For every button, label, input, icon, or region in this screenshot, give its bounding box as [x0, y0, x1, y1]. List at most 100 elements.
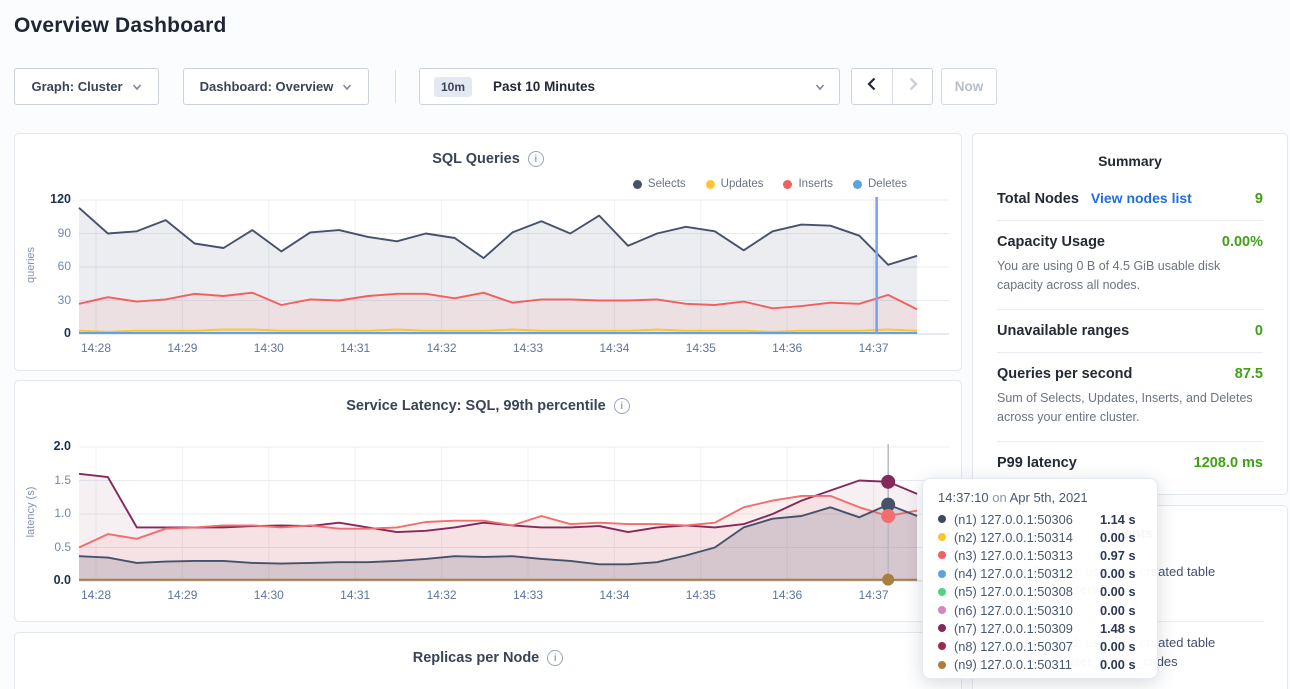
y-axis-tick-label: 0	[25, 326, 71, 340]
summary-row: Capacity Usage 0.00% You are using 0 B of …	[997, 221, 1263, 310]
summary-row-label: Capacity Usage	[997, 234, 1105, 250]
x-axis-tick-label: 14:36	[764, 341, 810, 355]
chevron-down-icon	[815, 82, 825, 92]
overview-dashboard-page: Overview Dashboard Graph: Cluster Dashbo…	[0, 0, 1290, 689]
node-address-label: (n4) 127.0.0.1:50312	[954, 566, 1100, 581]
tooltip-node-row: (n1) 127.0.0.1:503061.14 s	[938, 510, 1142, 528]
node-color-dot	[938, 551, 946, 559]
node-latency-value: 0.00 s	[1100, 639, 1136, 654]
node-latency-value: 1.14 s	[1100, 512, 1136, 527]
chart-title-replicas-per-node: Replicas per Node	[413, 650, 540, 666]
x-axis-tick-label: 14:28	[73, 341, 119, 355]
time-range-badge: 10m	[434, 77, 472, 97]
tooltip-node-row: (n4) 127.0.0.1:503120.00 s	[938, 565, 1142, 583]
node-address-label: (n1) 127.0.0.1:50306	[954, 512, 1100, 527]
node-color-dot	[938, 515, 946, 523]
x-axis-tick-label: 14:31	[332, 341, 378, 355]
chevron-left-icon	[866, 77, 878, 96]
summary-row-value: 87.5	[1235, 366, 1263, 382]
node-address-label: (n5) 127.0.0.1:50308	[954, 584, 1100, 599]
x-axis-tick-label: 14:28	[73, 588, 119, 602]
x-axis-tick-label: 14:32	[419, 588, 465, 602]
chevron-right-icon	[907, 77, 919, 96]
y-axis-tick-label: 2.0	[25, 439, 71, 453]
next-time-button[interactable]	[892, 69, 932, 104]
sql-queries-chart-card: SQL Queries i SelectsUpdatesInsertsDelet…	[14, 133, 962, 371]
summary-row: Total Nodes View nodes list 9	[997, 177, 1263, 221]
x-axis-tick-label: 14:31	[332, 588, 378, 602]
node-color-dot	[938, 642, 946, 650]
node-color-dot	[938, 588, 946, 596]
now-button[interactable]: Now	[941, 68, 997, 105]
y-axis-tick-label: 0.0	[25, 573, 71, 587]
x-axis-tick-label: 14:37	[851, 341, 897, 355]
summary-row: Queries per second 87.5 Sum of Selects, Up…	[997, 353, 1263, 442]
node-latency-value: 0.00 s	[1100, 584, 1136, 599]
y-axis-unit-label: latency (s)	[25, 462, 37, 562]
x-axis-tick-label: 14:32	[419, 341, 465, 355]
graph-dropdown-label: Graph: Cluster	[31, 79, 122, 94]
view-nodes-list-link[interactable]: View nodes list	[1091, 190, 1192, 206]
tooltip-node-row: (n7) 127.0.0.1:503091.48 s	[938, 619, 1142, 637]
tooltip-node-row: (n3) 127.0.0.1:503130.97 s	[938, 546, 1142, 564]
prev-time-button[interactable]	[852, 69, 892, 104]
node-address-label: (n2) 127.0.0.1:50314	[954, 530, 1100, 545]
summary-row-description: Sum of Selects, Updates, Inserts, and De…	[997, 389, 1263, 428]
dashboard-dropdown[interactable]: Dashboard: Overview	[183, 68, 369, 105]
summary-row-label: Total Nodes	[997, 191, 1079, 207]
node-color-dot	[938, 606, 946, 614]
info-icon[interactable]: i	[547, 650, 563, 666]
y-axis-unit-label: queries	[25, 215, 37, 315]
tooltip-node-row: (n6) 127.0.0.1:503100.00 s	[938, 601, 1142, 619]
chevron-down-icon	[132, 82, 142, 92]
node-color-dot	[938, 661, 946, 669]
page-title: Overview Dashboard	[14, 14, 227, 38]
summary-panel-title: Summary	[973, 134, 1287, 169]
x-axis-tick-label: 14:35	[678, 341, 724, 355]
node-address-label: (n6) 127.0.0.1:50310	[954, 603, 1100, 618]
summary-row: Unavailable ranges 0	[997, 310, 1263, 353]
summary-row-description: You are using 0 B of 4.5 GiB usable disk…	[997, 257, 1263, 296]
x-axis-tick-label: 14:35	[678, 588, 724, 602]
dashboard-dropdown-label: Dashboard: Overview	[200, 79, 334, 94]
graph-dropdown[interactable]: Graph: Cluster	[14, 68, 159, 105]
x-axis-tick-label: 14:29	[159, 588, 205, 602]
x-axis-tick-label: 14:30	[246, 341, 292, 355]
time-step-buttons	[851, 68, 933, 105]
node-latency-value: 0.97 s	[1100, 548, 1136, 563]
x-axis-tick-label: 14:33	[505, 588, 551, 602]
x-axis-tick-label: 14:34	[591, 588, 637, 602]
node-color-dot	[938, 570, 946, 578]
summary-row-label: Queries per second	[997, 366, 1132, 382]
time-range-selector[interactable]: 10m Past 10 Minutes	[419, 68, 840, 105]
node-color-dot	[938, 533, 946, 541]
node-latency-value: 0.00 s	[1100, 566, 1136, 581]
x-axis-tick-label: 14:30	[246, 588, 292, 602]
node-address-label: (n8) 127.0.0.1:50307	[954, 639, 1100, 654]
summary-row-label: Unavailable ranges	[997, 323, 1129, 339]
time-range-label: Past 10 Minutes	[493, 79, 595, 94]
tooltip-node-row: (n5) 127.0.0.1:503080.00 s	[938, 583, 1142, 601]
x-axis-tick-label: 14:37	[851, 588, 897, 602]
summary-row-label: P99 latency	[997, 455, 1077, 471]
node-latency-value: 0.00 s	[1100, 530, 1136, 545]
tooltip-timestamp: 14:37:10 on Apr 5th, 2021	[938, 490, 1142, 505]
node-address-label: (n9) 127.0.0.1:50311	[954, 657, 1100, 672]
y-axis-tick-label: 120	[25, 192, 71, 206]
replicas-per-node-chart-card: Replicas per Node i	[14, 632, 962, 689]
tooltip-node-row: (n2) 127.0.0.1:503140.00 s	[938, 528, 1142, 546]
chevron-down-icon	[342, 82, 352, 92]
summary-row-value: 1208.0 ms	[1194, 455, 1263, 471]
x-axis-tick-label: 14:36	[764, 588, 810, 602]
x-axis-tick-label: 14:33	[505, 341, 551, 355]
node-latency-value: 0.00 s	[1100, 657, 1136, 672]
summary-row-value: 0	[1255, 323, 1263, 339]
x-axis-tick-label: 14:34	[591, 341, 637, 355]
node-latency-value: 0.00 s	[1100, 603, 1136, 618]
node-latency-value: 1.48 s	[1100, 621, 1136, 636]
summary-row-value: 0.00%	[1222, 234, 1263, 250]
chart-hover-tooltip: 14:37:10 on Apr 5th, 2021 (n1) 127.0.0.1…	[922, 478, 1158, 679]
summary-row-value: 9	[1255, 191, 1263, 207]
x-axis-tick-label: 14:29	[159, 341, 205, 355]
summary-panel: Summary Total Nodes View nodes list 9 Capac…	[972, 133, 1288, 495]
